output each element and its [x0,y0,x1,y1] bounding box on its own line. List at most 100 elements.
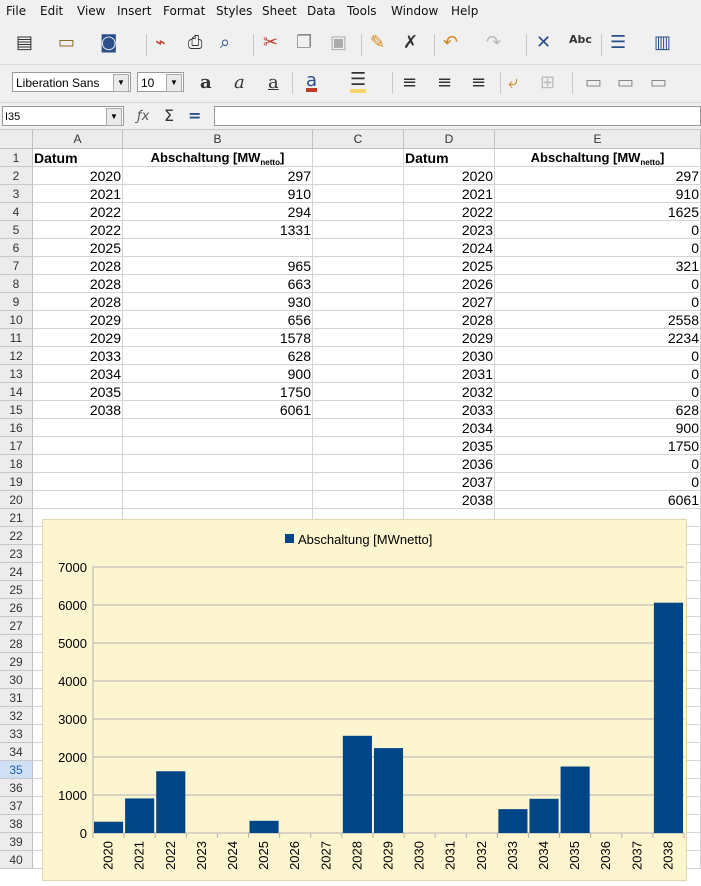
cell-c9[interactable] [313,293,404,311]
row-header-30[interactable]: 30 [0,671,33,689]
cell-a11[interactable]: 2029 [33,329,123,347]
menu-sheet[interactable]: Sheet [262,4,297,18]
cell-d18[interactable]: 2036 [404,455,495,473]
column-header-e[interactable]: E [495,130,701,149]
cell-c2[interactable] [313,167,404,185]
cell-b19[interactable] [123,473,313,491]
cell-c19[interactable] [313,473,404,491]
cell-d17[interactable]: 2035 [404,437,495,455]
row-header-7[interactable]: 7 [0,257,33,275]
underline-icon[interactable]: a [268,73,279,93]
cell-c13[interactable] [313,365,404,383]
row-header-29[interactable]: 29 [0,653,33,671]
cell-a13[interactable]: 2034 [33,365,123,383]
row-header-10[interactable]: 10 [0,311,33,329]
cell-c12[interactable] [313,347,404,365]
cell-b16[interactable] [123,419,313,437]
cell-b2[interactable]: 297 [123,167,313,185]
bold-icon[interactable]: a [200,73,212,93]
cell-e14[interactable]: 0 [495,383,701,401]
cell-d4[interactable]: 2022 [404,203,495,221]
cell-b13[interactable]: 900 [123,365,313,383]
cell-a5[interactable]: 2022 [33,221,123,239]
cell-d13[interactable]: 2031 [404,365,495,383]
clear-formatting-icon[interactable]: ✗ [403,33,418,53]
cell-a20[interactable] [33,491,123,509]
column-header-d[interactable]: D [404,130,495,149]
row-header-5[interactable]: 5 [0,221,33,239]
cell-d10[interactable]: 2028 [404,311,495,329]
column-icon[interactable]: ▥ [654,33,671,53]
find-replace-icon[interactable]: ✕ [536,33,551,53]
print-preview-icon[interactable]: ⌕ [220,33,230,53]
cell-a4[interactable]: 2022 [33,203,123,221]
cell-c16[interactable] [313,419,404,437]
cell-e11[interactable]: 2234 [495,329,701,347]
row-header-26[interactable]: 26 [0,599,33,617]
cell-b17[interactable] [123,437,313,455]
cell-d8[interactable]: 2026 [404,275,495,293]
cell-a15[interactable]: 2038 [33,401,123,419]
save-icon[interactable]: ◙ [100,33,117,53]
cell-e17[interactable]: 1750 [495,437,701,455]
cell-a10[interactable]: 2029 [33,311,123,329]
column-header-b[interactable]: B [123,130,313,149]
cell-c6[interactable] [313,239,404,257]
row-header-11[interactable]: 11 [0,329,33,347]
cell-d1[interactable]: Datum [404,149,495,167]
cell-a16[interactable] [33,419,123,437]
cell-b1[interactable]: Abschaltung [MWnetto] [123,149,313,167]
row-header-32[interactable]: 32 [0,707,33,725]
row-header-13[interactable]: 13 [0,365,33,383]
row-header-22[interactable]: 22 [0,527,33,545]
name-box[interactable]: I35 ▼ [2,106,124,126]
export-pdf-icon[interactable]: ⌁ [155,33,166,53]
cell-c10[interactable] [313,311,404,329]
row-header-19[interactable]: 19 [0,473,33,491]
cell-c11[interactable] [313,329,404,347]
font-color-icon[interactable]: a [306,71,317,91]
chart-area[interactable]: 0 1000 2000 3000 4000 5000 6000 7000 2020 2021 202… [42,519,687,881]
row-header-34[interactable]: 34 [0,743,33,761]
cell-e19[interactable]: 0 [495,473,701,491]
cell-e10[interactable]: 2558 [495,311,701,329]
cell-b12[interactable]: 628 [123,347,313,365]
cell-d19[interactable]: 2037 [404,473,495,491]
row-header-6[interactable]: 6 [0,239,33,257]
copy-icon[interactable]: ❐ [296,33,312,53]
row-header-17[interactable]: 17 [0,437,33,455]
row-header-2[interactable]: 2 [0,167,33,185]
cell-a17[interactable] [33,437,123,455]
cell-e6[interactable]: 0 [495,239,701,257]
cell-b10[interactable]: 656 [123,311,313,329]
column-header-a[interactable]: A [33,130,123,149]
row-header-21[interactable]: 21 [0,509,33,527]
print-icon[interactable]: ⎙ [188,33,202,53]
cell-d6[interactable]: 2024 [404,239,495,257]
cell-e13[interactable]: 0 [495,365,701,383]
formula-input[interactable] [214,106,701,126]
highlight-icon[interactable]: ☰ [350,71,367,93]
cell-e7[interactable]: 321 [495,257,701,275]
cell-e12[interactable]: 0 [495,347,701,365]
cell-d3[interactable]: 2021 [404,185,495,203]
cell-d2[interactable]: 2020 [404,167,495,185]
cell-d5[interactable]: 2023 [404,221,495,239]
cell-e3[interactable]: 910 [495,185,701,203]
cell-e8[interactable]: 0 [495,275,701,293]
wrap-text-icon[interactable]: ⤶ [508,73,518,93]
row-header-16[interactable]: 16 [0,419,33,437]
select-all-corner[interactable] [0,130,33,149]
font-size-box[interactable]: 10 ▼ [137,72,184,92]
row-header-36[interactable]: 36 [0,779,33,797]
cell-a8[interactable]: 2028 [33,275,123,293]
menu-file[interactable]: File [6,4,26,18]
cell-e4[interactable]: 1625 [495,203,701,221]
cell-b8[interactable]: 663 [123,275,313,293]
row-header-24[interactable]: 24 [0,563,33,581]
menu-help[interactable]: Help [451,4,478,18]
row-header-14[interactable]: 14 [0,383,33,401]
menu-insert[interactable]: Insert [117,4,151,18]
cell-e18[interactable]: 0 [495,455,701,473]
cell-e20[interactable]: 6061 [495,491,701,509]
